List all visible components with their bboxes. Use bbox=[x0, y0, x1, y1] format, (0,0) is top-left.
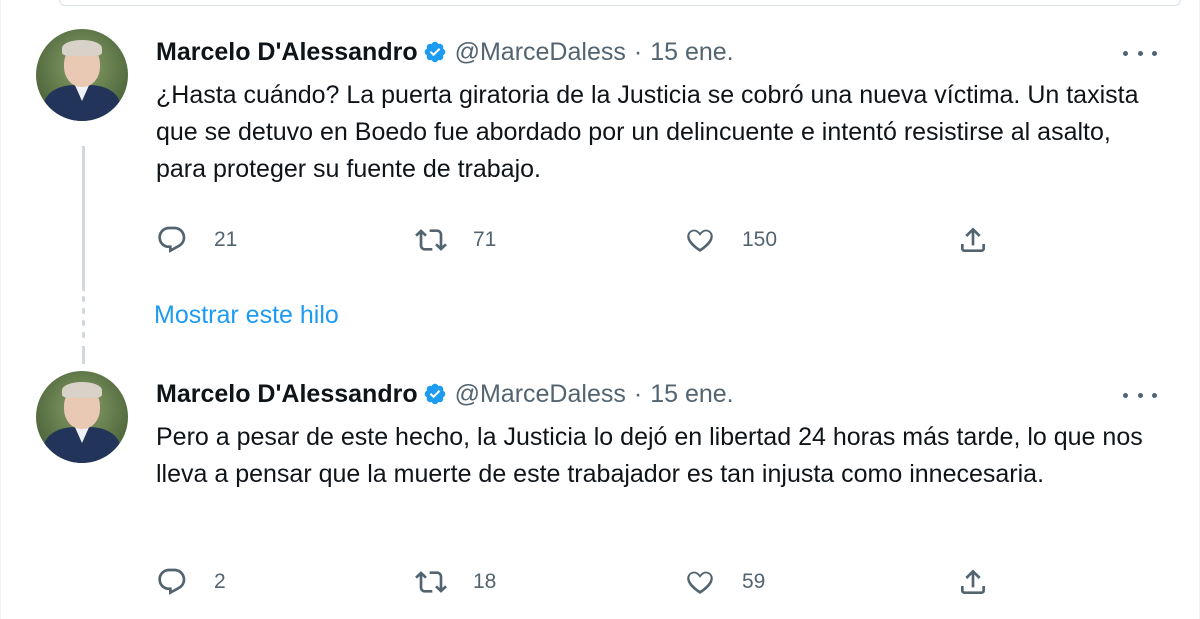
tweet-date[interactable]: 15 ene. bbox=[650, 36, 733, 68]
tweet-header: Marcelo D'Alessandro @MarceDaless · 15 e… bbox=[156, 378, 734, 410]
show-thread-link[interactable]: Mostrar este hilo bbox=[154, 299, 339, 331]
share-icon bbox=[961, 227, 985, 252]
retweet-icon bbox=[415, 229, 447, 251]
avatar[interactable] bbox=[36, 371, 128, 463]
tweet-actions: 2 18 59 bbox=[156, 562, 1016, 602]
retweet-icon bbox=[415, 571, 447, 593]
verified-badge-icon bbox=[424, 41, 445, 63]
tweet-date[interactable]: 15 ene. bbox=[650, 378, 733, 410]
reply-icon bbox=[158, 568, 186, 595]
like-count: 150 bbox=[742, 228, 778, 251]
like-icon bbox=[687, 229, 713, 252]
retweet-button[interactable]: 18 bbox=[415, 562, 496, 602]
like-icon bbox=[687, 571, 713, 594]
tweet-header: Marcelo D'Alessandro @MarceDaless · 15 e… bbox=[156, 36, 734, 68]
tweet[interactable]: Marcelo D'Alessandro @MarceDaless · 15 e… bbox=[1, 364, 1200, 619]
retweet-count: 71 bbox=[473, 228, 497, 251]
reply-icon bbox=[158, 226, 186, 253]
thread-line bbox=[82, 146, 85, 291]
author-handle[interactable]: @MarceDaless bbox=[455, 378, 626, 410]
reply-count: 2 bbox=[214, 570, 226, 593]
tweet[interactable]: Marcelo D'Alessandro @MarceDaless · 15 e… bbox=[1, 22, 1200, 294]
retweet-button[interactable]: 71 bbox=[415, 220, 496, 260]
like-button[interactable]: 150 bbox=[684, 220, 777, 260]
tweet-text: Pero a pesar de este hecho, la Justicia … bbox=[156, 423, 1143, 488]
like-count: 59 bbox=[742, 570, 766, 593]
share-button[interactable] bbox=[957, 220, 989, 260]
share-icon bbox=[961, 569, 985, 594]
reply-button[interactable]: 21 bbox=[156, 220, 237, 260]
separator: · bbox=[633, 380, 643, 408]
reply-count: 21 bbox=[214, 228, 238, 251]
tweet-actions: 21 71 150 bbox=[156, 220, 1016, 260]
tweet-thread: Marcelo D'Alessandro @MarceDaless · 15 e… bbox=[0, 0, 1200, 619]
more-icon[interactable] bbox=[1123, 42, 1157, 64]
author-handle[interactable]: @MarceDaless bbox=[455, 36, 626, 68]
avatar[interactable] bbox=[36, 29, 128, 121]
thread-line bbox=[82, 346, 85, 364]
tweet-text: ¿Hasta cuándo? La puerta giratoria de la… bbox=[156, 81, 1139, 183]
verified-badge-icon bbox=[424, 383, 445, 405]
author-name[interactable]: Marcelo D'Alessandro bbox=[156, 36, 418, 68]
previous-card-edge bbox=[59, 0, 1181, 6]
reply-button[interactable]: 2 bbox=[156, 562, 226, 602]
retweet-count: 18 bbox=[473, 570, 497, 593]
more-icon[interactable] bbox=[1123, 384, 1157, 406]
author-name[interactable]: Marcelo D'Alessandro bbox=[156, 378, 418, 410]
like-button[interactable]: 59 bbox=[684, 562, 765, 602]
share-button[interactable] bbox=[957, 562, 989, 602]
separator: · bbox=[633, 38, 643, 66]
